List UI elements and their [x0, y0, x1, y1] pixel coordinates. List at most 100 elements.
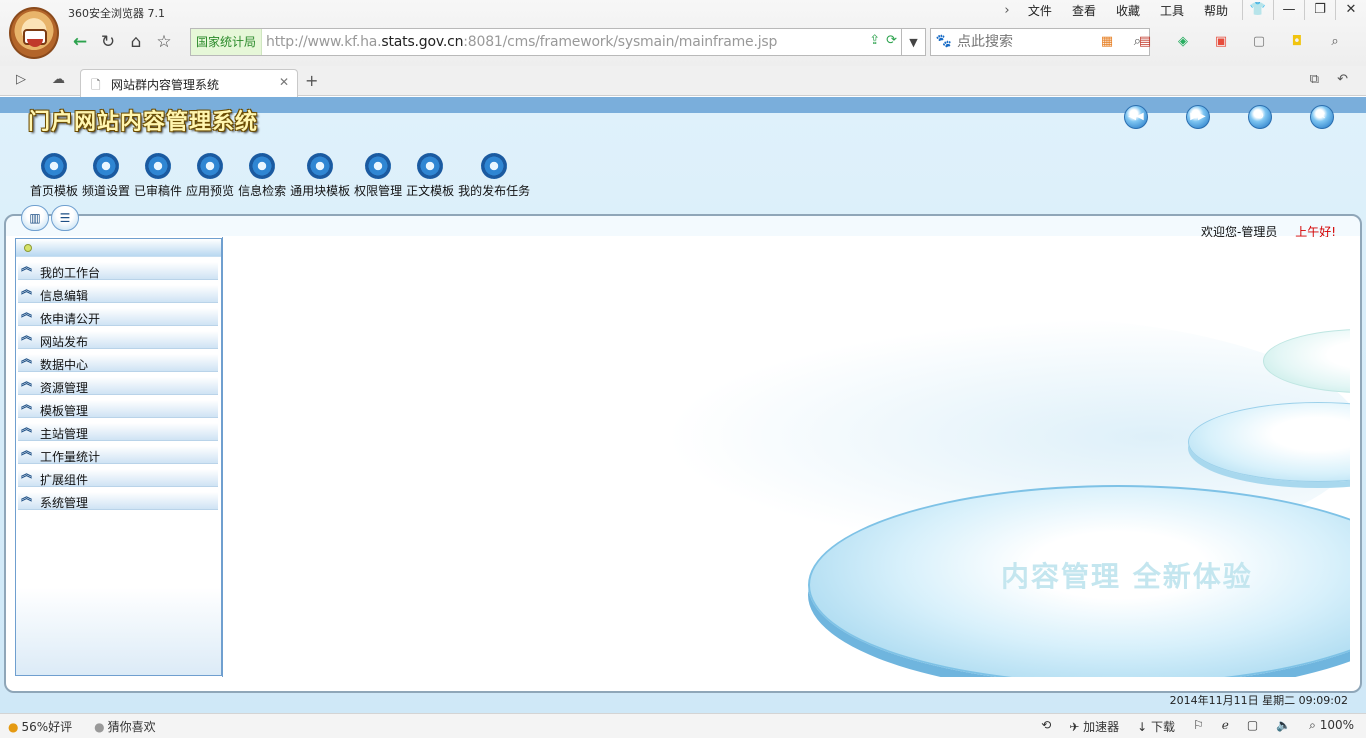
tool-body-template[interactable]: 正文模板: [406, 153, 454, 199]
security-shield-icon[interactable]: ◈: [1170, 34, 1196, 50]
sidebar-item-label: 系统管理: [40, 496, 89, 510]
address-icons: ⇪ ⟳: [869, 33, 897, 48]
sidebar-item-publish[interactable]: ︽ 网站发布: [18, 329, 218, 349]
tool-block-template[interactable]: 通用块模板: [290, 153, 350, 199]
chevron-right-icon[interactable]: ›: [996, 3, 1018, 19]
speed-icon[interactable]: ⟲: [1041, 718, 1051, 735]
tool-label: 通用块模板: [290, 184, 351, 198]
menu-favorites[interactable]: 收藏: [1106, 3, 1150, 19]
cloud-icon[interactable]: ☁: [52, 72, 65, 87]
tool-label: 频道设置: [82, 184, 131, 198]
gear-icon: [365, 153, 392, 179]
back-button[interactable]: ←: [66, 29, 94, 55]
volume-icon[interactable]: 🔈: [1276, 718, 1291, 735]
list-view-icon[interactable]: ☰: [51, 205, 79, 231]
tool-search[interactable]: 信息检索: [238, 153, 286, 199]
sidebar: ︽ 我的工作台 ︽ 信息编辑 ︽ 依申请公开 ︽ 网站发布 ︽ 数据中心 ︽ 资源管理 ︽ 模…: [15, 238, 222, 676]
menu-tools[interactable]: 工具: [1150, 3, 1194, 19]
compat-mode-icon[interactable]: ⟳: [886, 33, 897, 48]
document-icon: 🗋: [91, 78, 101, 92]
menu-file[interactable]: 文件: [1018, 3, 1062, 19]
tool-my-publish-tasks[interactable]: 我的发布任务: [458, 153, 530, 199]
undo-close-icon[interactable]: ↶: [1337, 72, 1348, 87]
sidebar-item-main-site[interactable]: ︽ 主站管理: [18, 421, 218, 441]
collapse-arrow-icon: ︽: [21, 375, 32, 388]
sidebar-item-label: 网站发布: [40, 335, 89, 349]
url-text[interactable]: http://www.kf.ha.stats.gov.cn:8081/cms/f…: [262, 34, 777, 50]
status-dot-icon: [24, 244, 32, 252]
fast-forward-icon[interactable]: ▶▶: [1186, 105, 1210, 129]
tool-preview[interactable]: 应用预览: [186, 153, 234, 199]
zoom-tool-icon[interactable]: ⌕: [1322, 34, 1348, 50]
close-window-button[interactable]: ✕: [1335, 0, 1366, 20]
maximize-button[interactable]: ❐: [1304, 0, 1335, 20]
window-icon[interactable]: ▢: [1247, 718, 1258, 735]
sidebar-item-info-edit[interactable]: ︽ 信息编辑: [18, 283, 218, 303]
address-dropdown-icon[interactable]: ▼: [902, 28, 926, 56]
gear-icon: [481, 153, 508, 179]
rewind-icon[interactable]: ◀◀: [1124, 105, 1148, 129]
collapse-arrow-icon: ︽: [21, 467, 32, 480]
sidebar-item-workbench[interactable]: ︽ 我的工作台: [18, 260, 218, 280]
gift-icon[interactable]: ◘: [1284, 34, 1310, 50]
tool-channel-settings[interactable]: 频道设置: [82, 153, 130, 199]
browser-titlebar: 360安全浏览器 7.1 › 文件 查看 收藏 工具 帮助 👕 — ❐ ✕ ← …: [0, 0, 1366, 66]
tab-right-tools: ⧉ ↶: [1310, 72, 1348, 87]
minimize-button[interactable]: —: [1273, 0, 1304, 20]
sidebar-item-data-center[interactable]: ︽ 数据中心: [18, 352, 218, 372]
tool-permissions[interactable]: 权限管理: [354, 153, 402, 199]
refresh-button[interactable]: ↻: [94, 29, 122, 55]
guess-you-like[interactable]: ● 猜你喜欢: [94, 718, 156, 735]
navigation-bar: ← ↻ ⌂ ☆ 国家统计局 http://www.kf.ha.stats.gov…: [66, 28, 1150, 56]
skin-icon[interactable]: 👕: [1242, 0, 1273, 20]
download-button[interactable]: ↓ 下载: [1137, 718, 1175, 735]
tool-home-template[interactable]: 首页模板: [30, 153, 78, 199]
toggle-sidebar-icon[interactable]: ▥: [21, 205, 49, 231]
sidebar-item-disclosure-request[interactable]: ︽ 依申请公开: [18, 306, 218, 326]
sidebar-item-extensions[interactable]: ︽ 扩展组件: [18, 467, 218, 487]
status-bar: ● 56%好评 ● 猜你喜欢 ⟲ ✈ 加速器 ↓ 下载 ⚐ ℯ ▢ 🔈 ⌕ 100%: [0, 713, 1366, 738]
zoom-label: 100%: [1319, 718, 1354, 732]
home-button[interactable]: ⌂: [122, 29, 150, 55]
apps-icon[interactable]: ▦: [1094, 34, 1120, 50]
sidebar-item-workload[interactable]: ︽ 工作量统计: [18, 444, 218, 464]
sidebar-item-templates[interactable]: ︽ 模板管理: [18, 398, 218, 418]
screenshot-icon[interactable]: ▢: [1246, 34, 1272, 50]
new-tab-button[interactable]: +: [305, 71, 318, 90]
menu-view[interactable]: 查看: [1062, 3, 1106, 19]
tool-label: 信息检索: [238, 184, 287, 198]
sidebar-item-label: 工作量统计: [40, 450, 101, 464]
tool-label: 应用预览: [186, 184, 235, 198]
tool-label: 我的发布任务: [458, 184, 531, 198]
ie-mode-icon[interactable]: ℯ: [1222, 718, 1229, 735]
tool-reviewed-drafts[interactable]: 已审稿件: [134, 153, 182, 199]
sidebar-item-label: 资源管理: [40, 381, 89, 395]
sidebar-item-system[interactable]: ︽ 系统管理: [18, 490, 218, 510]
tab-active[interactable]: 🗋 网站群内容管理系统 ✕: [80, 69, 298, 97]
cms-controls: ◀◀ ▶▶ ↻ ✕: [1124, 105, 1334, 129]
flag-icon[interactable]: ⚐: [1193, 718, 1204, 735]
exit-icon[interactable]: ✕: [1310, 105, 1334, 129]
pdf-icon[interactable]: ▣: [1208, 34, 1234, 50]
calendar-icon[interactable]: ▤: [1132, 34, 1158, 50]
top-menu: › 文件 查看 收藏 工具 帮助: [996, 3, 1238, 19]
zoom-control[interactable]: ⌕ 100%: [1309, 718, 1354, 735]
menu-help[interactable]: 帮助: [1194, 3, 1238, 19]
close-tab-icon[interactable]: ✕: [279, 75, 289, 89]
search-engine-icon[interactable]: 🐾: [931, 29, 957, 55]
url-suffix: :8081/cms/framework/sysmain/mainframe.js…: [463, 34, 778, 50]
sidebar-item-label: 信息编辑: [40, 289, 89, 303]
browser-logo-icon[interactable]: [9, 7, 59, 59]
main-frame: 欢迎您-管理员 上午好! ︽ 我的工作台 ︽ 信息编辑 ︽ 依申请公开 ︽ 网站发布 ︽…: [4, 214, 1362, 693]
share-icon[interactable]: ⇪: [869, 33, 880, 48]
search-input[interactable]: [957, 34, 1117, 50]
sidebar-item-resources[interactable]: ︽ 资源管理: [18, 375, 218, 395]
restore-tabs-icon[interactable]: ⧉: [1310, 72, 1319, 87]
sidebar-toggle-icon[interactable]: ▷: [16, 72, 26, 87]
address-bar[interactable]: 国家统计局 http://www.kf.ha.stats.gov.cn:8081…: [190, 28, 902, 56]
accelerator-button[interactable]: ✈ 加速器: [1069, 718, 1119, 735]
bookmark-star-icon[interactable]: ☆: [150, 29, 178, 55]
refresh-icon[interactable]: ↻: [1248, 105, 1272, 129]
status-left: ● 56%好评 ● 猜你喜欢: [8, 718, 156, 735]
rating[interactable]: ● 56%好评: [8, 718, 72, 735]
